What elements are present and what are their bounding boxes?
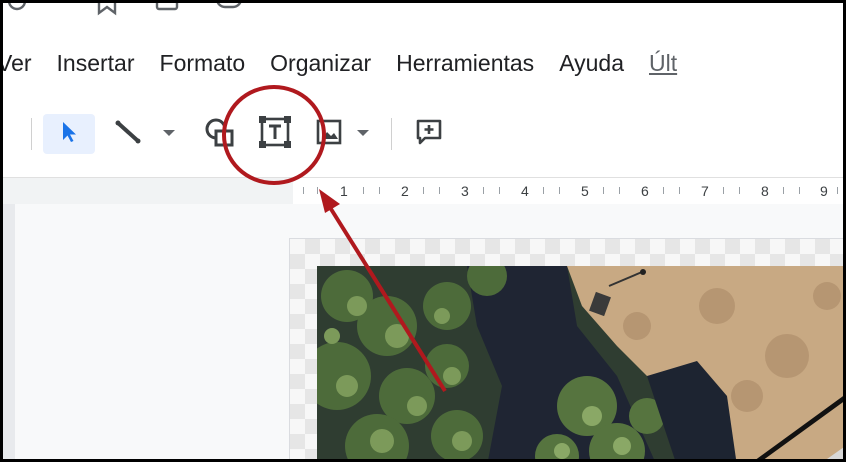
annotation-arrow xyxy=(319,189,447,393)
screenshot-frame: Ver Insertar Formato Organizar Herramien… xyxy=(0,0,846,462)
